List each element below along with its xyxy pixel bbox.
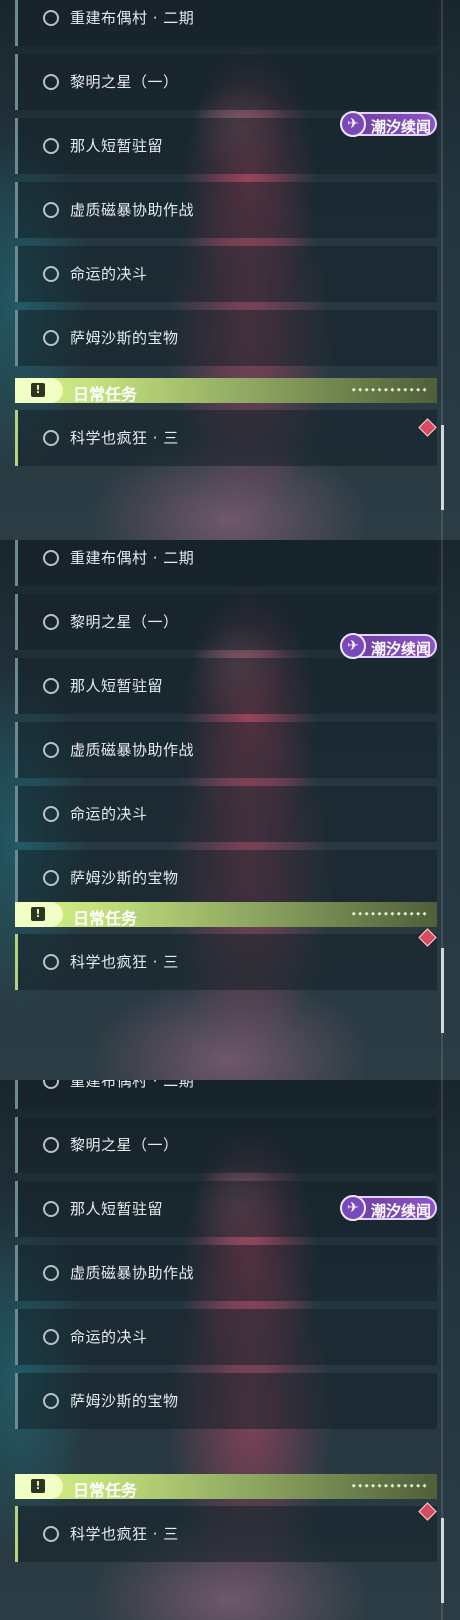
quest-item[interactable]: 重建布偶村 · 二期 — [15, 0, 437, 46]
tidal-news-tag[interactable]: ✈ 潮汐续闻 — [340, 1195, 437, 1221]
quest-panel: 重建布偶村 · 二期 黎明之星（一） 那人短暂驻留 虚质磁暴协助作战 命运的决斗… — [0, 1080, 460, 1620]
header-decoration-text: ◆ ◆ ◆ ◆ ◆ ◆ ◆ ◆ ◆ ◆ ◆ ◆ — [351, 911, 427, 917]
quest-item[interactable]: 命运的决斗 — [15, 786, 437, 842]
quest-item[interactable]: 萨姆沙斯的宝物 — [15, 1373, 437, 1429]
daily-quests-header[interactable]: ! 日常任务 ◆ ◆ ◆ ◆ ◆ ◆ ◆ ◆ ◆ ◆ ◆ ◆ — [15, 378, 437, 404]
quest-status-icon — [43, 678, 59, 694]
scrollbar-thumb[interactable] — [441, 425, 444, 510]
quest-label: 命运的决斗 — [70, 265, 148, 283]
quest-label: 科学也疯狂 · 三 — [70, 953, 179, 971]
section-title: 日常任务 — [73, 909, 138, 928]
tag-label: 潮汐续闻 — [371, 640, 432, 658]
swirl-icon: ✈ — [340, 633, 366, 659]
quest-status-icon — [43, 614, 59, 630]
swirl-icon: ✈ — [340, 111, 366, 137]
quest-status-icon — [43, 870, 59, 886]
quest-label: 命运的决斗 — [70, 805, 148, 823]
quest-panel: 重建布偶村 · 二期 黎明之星（一） 那人短暂驻留 虚质磁暴协助作战 命运的决斗… — [0, 0, 460, 540]
quest-status-icon — [43, 138, 59, 154]
quest-item[interactable]: 那人短暂驻留 — [15, 658, 437, 714]
quest-item[interactable]: 萨姆沙斯的宝物 — [15, 310, 437, 366]
exclamation-icon: ! — [31, 383, 45, 397]
quest-label: 那人短暂驻留 — [70, 137, 164, 155]
quest-label: 虚质磁暴协助作战 — [70, 201, 195, 219]
quest-status-icon — [43, 550, 59, 566]
section-title: 日常任务 — [73, 1481, 138, 1500]
daily-badge: ! — [15, 378, 63, 403]
daily-badge: ! — [15, 1474, 63, 1499]
quest-label: 黎明之星（一） — [70, 73, 179, 91]
quest-item[interactable]: 黎明之星（一） — [15, 1117, 437, 1173]
quest-item[interactable]: 重建布偶村 · 二期 — [15, 1080, 437, 1109]
quest-status-icon — [43, 10, 59, 26]
quest-status-icon — [43, 954, 59, 970]
quest-item[interactable]: 虚质磁暴协助作战 — [15, 182, 437, 238]
quest-label: 那人短暂驻留 — [70, 1200, 164, 1218]
quest-status-icon — [43, 1526, 59, 1542]
tidal-news-tag[interactable]: ✈ 潮汐续闻 — [340, 633, 437, 659]
quest-label: 那人短暂驻留 — [70, 677, 164, 695]
quest-status-icon — [43, 742, 59, 758]
quest-item[interactable]: 虚质磁暴协助作战 — [15, 1245, 437, 1301]
quest-label: 萨姆沙斯的宝物 — [70, 329, 179, 347]
scrollbar-thumb[interactable] — [441, 1518, 444, 1603]
quest-status-icon — [43, 430, 59, 446]
quest-status-icon — [43, 202, 59, 218]
daily-quest-item[interactable]: 科学也疯狂 · 三 — [15, 1506, 437, 1562]
quest-status-icon — [43, 1201, 59, 1217]
quest-label: 科学也疯狂 · 三 — [70, 1525, 179, 1543]
quest-label: 命运的决斗 — [70, 1328, 148, 1346]
quest-status-icon — [43, 74, 59, 90]
daily-quest-item[interactable]: 科学也疯狂 · 三 — [15, 934, 437, 990]
tag-label: 潮汐续闻 — [371, 1202, 432, 1220]
quest-status-icon — [43, 1393, 59, 1409]
quest-item[interactable]: 命运的决斗 — [15, 1309, 437, 1365]
quest-status-icon — [43, 1080, 59, 1089]
tag-label: 潮汐续闻 — [371, 118, 432, 136]
header-decoration-text: ◆ ◆ ◆ ◆ ◆ ◆ ◆ ◆ ◆ ◆ ◆ ◆ — [351, 1483, 427, 1489]
section-title: 日常任务 — [73, 385, 138, 404]
quest-label: 重建布偶村 · 二期 — [70, 9, 195, 27]
daily-quests-header[interactable]: ! 日常任务 ◆ ◆ ◆ ◆ ◆ ◆ ◆ ◆ ◆ ◆ ◆ ◆ — [15, 902, 437, 928]
quest-label: 虚质磁暴协助作战 — [70, 741, 195, 759]
quest-label: 黎明之星（一） — [70, 613, 179, 631]
quest-status-icon — [43, 1137, 59, 1153]
quest-status-icon — [43, 330, 59, 346]
quest-panel: 重建布偶村 · 二期 黎明之星（一） 那人短暂驻留 虚质磁暴协助作战 命运的决斗… — [0, 540, 460, 1080]
exclamation-icon: ! — [31, 1479, 45, 1493]
daily-quest-item[interactable]: 科学也疯狂 · 三 — [15, 410, 437, 466]
header-decoration-text: ◆ ◆ ◆ ◆ ◆ ◆ ◆ ◆ ◆ ◆ ◆ ◆ — [351, 387, 427, 393]
quest-status-icon — [43, 1329, 59, 1345]
daily-quests-header[interactable]: ! 日常任务 ◆ ◆ ◆ ◆ ◆ ◆ ◆ ◆ ◆ ◆ ◆ ◆ — [15, 1474, 437, 1500]
quest-status-icon — [43, 806, 59, 822]
quest-item[interactable]: 萨姆沙斯的宝物 — [15, 850, 437, 906]
quest-item[interactable]: 黎明之星（一） — [15, 54, 437, 110]
quest-label: 萨姆沙斯的宝物 — [70, 869, 179, 887]
quest-item[interactable]: 虚质磁暴协助作战 — [15, 722, 437, 778]
daily-badge: ! — [15, 902, 63, 927]
quest-label: 萨姆沙斯的宝物 — [70, 1392, 179, 1410]
quest-label: 虚质磁暴协助作战 — [70, 1264, 195, 1282]
quest-label: 黎明之星（一） — [70, 1136, 179, 1154]
quest-status-icon — [43, 1265, 59, 1281]
swirl-icon: ✈ — [340, 1195, 366, 1221]
quest-status-icon — [43, 266, 59, 282]
quest-label: 科学也疯狂 · 三 — [70, 429, 179, 447]
quest-label: 重建布偶村 · 二期 — [70, 549, 195, 567]
quest-item[interactable]: 重建布偶村 · 二期 — [15, 540, 437, 586]
exclamation-icon: ! — [31, 907, 45, 921]
tidal-news-tag[interactable]: ✈ 潮汐续闻 — [340, 111, 437, 137]
quest-item[interactable]: 命运的决斗 — [15, 246, 437, 302]
quest-label: 重建布偶村 · 二期 — [70, 1080, 195, 1090]
scrollbar-thumb[interactable] — [441, 948, 444, 1033]
